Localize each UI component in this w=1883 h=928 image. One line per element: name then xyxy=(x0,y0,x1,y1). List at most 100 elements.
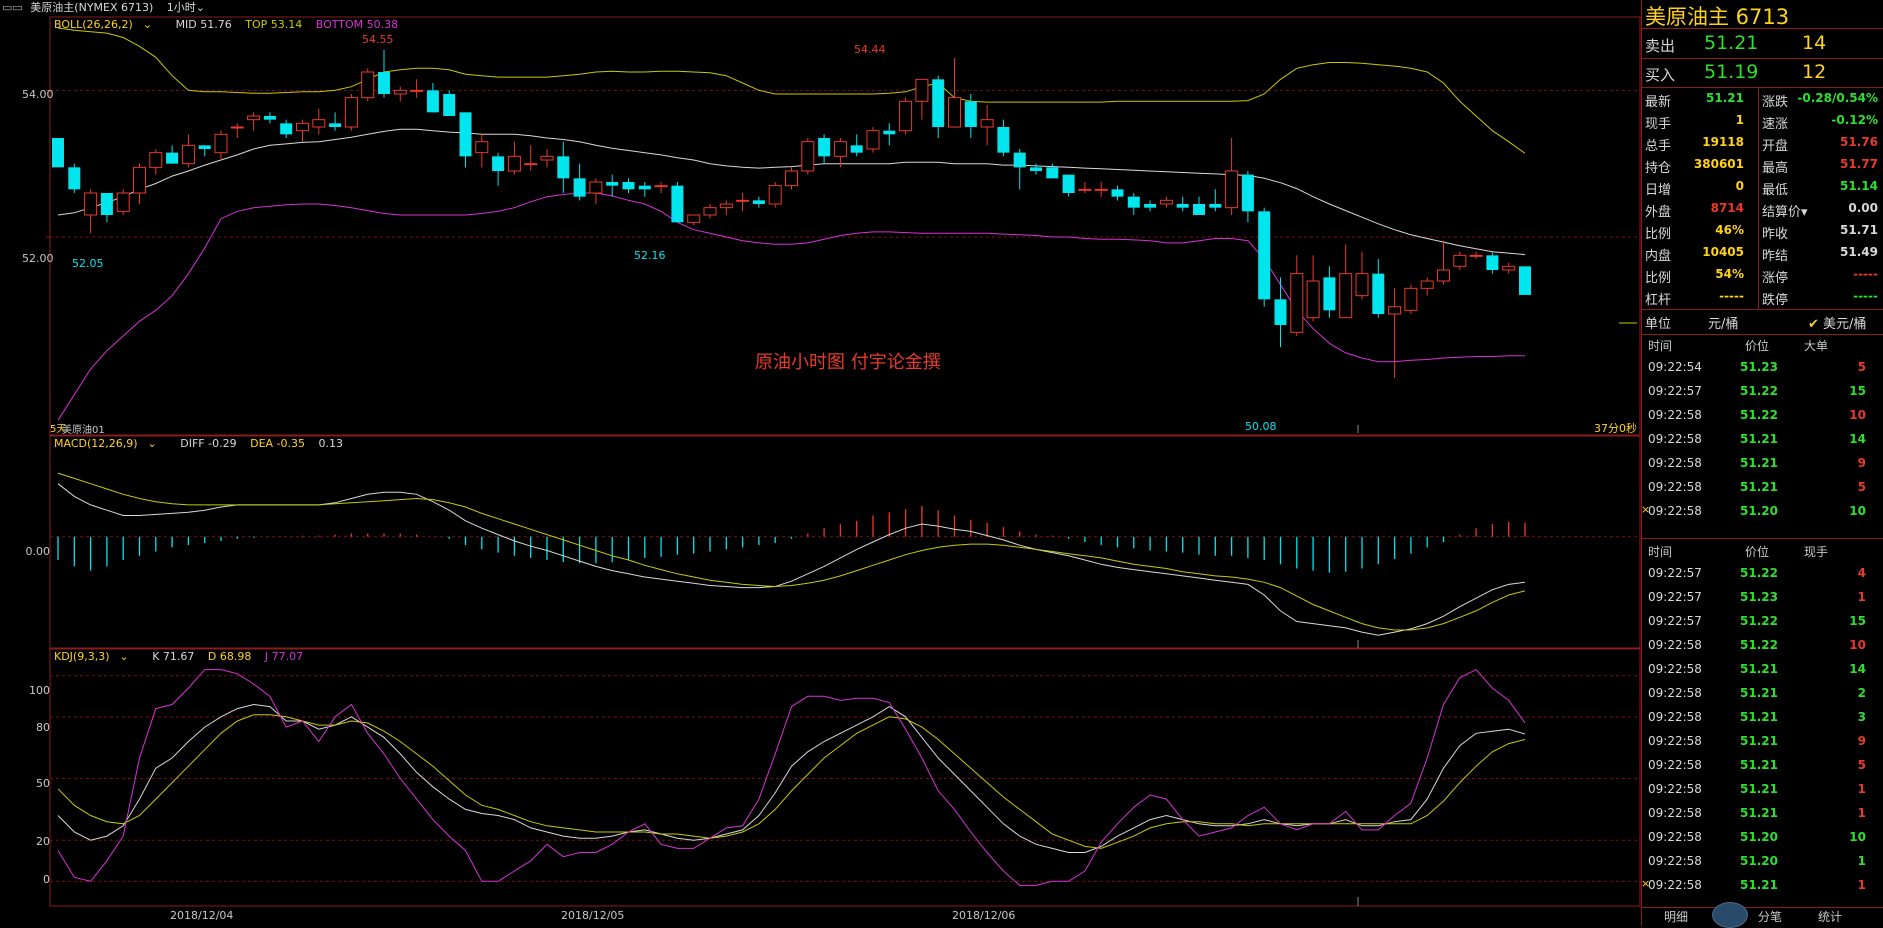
candle-body-up xyxy=(214,133,228,154)
trade-row[interactable]: 09:22:58 51.21 14 xyxy=(1642,658,1883,682)
trade-row[interactable]: 09:22:58 51.21 5 xyxy=(1642,476,1883,500)
trade-price: 51.22 xyxy=(1740,408,1778,422)
trade-row[interactable]: 09:22:54 51.23 5 xyxy=(1642,356,1883,380)
bottom-tabs: 明细 分笔 统计 xyxy=(1642,902,1883,928)
trade-time: 09:22:58 xyxy=(1648,432,1702,446)
trade-price: 51.20 xyxy=(1740,504,1778,518)
trade-row[interactable]: 09:22:58 51.21 14 xyxy=(1642,428,1883,452)
candle-body-up xyxy=(84,192,98,216)
unit-usd-option[interactable]: ✔ 美元/桶 xyxy=(1808,313,1866,332)
candle-body-up xyxy=(1420,280,1434,289)
candle-body-up xyxy=(1355,273,1369,297)
candle-body-down xyxy=(1258,211,1271,300)
candle-body-up xyxy=(230,126,244,129)
stat-label: 昨收 xyxy=(1762,227,1789,242)
col-time: 时间 xyxy=(1648,339,1673,353)
stat-value: 8714 xyxy=(1710,201,1744,215)
chevron-down-icon: ⌄ xyxy=(195,1,206,14)
trade-row[interactable]: 09:22:58 51.22 10 xyxy=(1642,634,1883,658)
trade-row[interactable]: 09:22:58 51.21 9 xyxy=(1642,730,1883,754)
low-annotation: 52.05 xyxy=(72,257,104,270)
candle-body-down xyxy=(1193,204,1205,215)
stat-value: -0.28/0.54% xyxy=(1797,91,1878,105)
trade-row[interactable]: 09:22:58 51.20 10 xyxy=(1642,826,1883,850)
chart-canvas[interactable] xyxy=(0,0,1641,926)
buy-row[interactable]: 买入 51.19 12 xyxy=(1642,59,1883,87)
symbol-name[interactable]: 美原油主(NYMEX 6713) xyxy=(30,1,153,14)
trade-row[interactable]: 09:22:57 51.22 15 xyxy=(1642,380,1883,404)
trade-row[interactable]: 09:22:58 51.21 9 xyxy=(1642,452,1883,476)
tab-stats[interactable]: 统计 xyxy=(1818,908,1842,925)
candle-body-down xyxy=(1372,273,1385,314)
candle-body-down xyxy=(997,127,1010,153)
tab-ticks[interactable]: 分笔 xyxy=(1758,908,1782,925)
stat-label: 最低 xyxy=(1762,183,1789,198)
trade-row[interactable]: 09:22:58 51.21 1 × xyxy=(1641,874,1883,898)
trade-time: 09:22:58 xyxy=(1648,408,1702,422)
trade-row[interactable]: 09:22:57 51.22 15 xyxy=(1642,610,1883,634)
kdj-j-value: J 77.07 xyxy=(264,650,304,663)
date-axis-label: 2018/12/04 xyxy=(170,909,234,922)
boll-lower-line xyxy=(57,192,1525,421)
stats-row: 杠杆 ----- 跌停 ----- xyxy=(1642,286,1883,308)
trade-price: 51.21 xyxy=(1740,686,1778,700)
candle-body-down xyxy=(166,152,179,164)
trade-row[interactable]: 09:22:57 51.22 4 xyxy=(1642,562,1883,586)
candle-body-up xyxy=(361,71,375,99)
candle-body-up xyxy=(719,203,733,209)
candle-body-up xyxy=(149,152,163,168)
trade-qty: 10 xyxy=(1849,408,1866,422)
quote-panel: 美原油主 6713 卖出 51.21 14 买入 51.19 12 最新 51.… xyxy=(1641,0,1883,928)
period-selector[interactable]: 1小时⌄ xyxy=(167,1,205,14)
trade-qty: 10 xyxy=(1849,638,1866,652)
candle-body-up xyxy=(785,170,798,187)
kdj-d-line xyxy=(57,714,1526,849)
candle-body-up xyxy=(1078,188,1092,191)
sell-row[interactable]: 卖出 51.21 14 xyxy=(1642,30,1883,58)
trade-row[interactable]: 09:22:58 51.22 10 xyxy=(1642,404,1883,428)
trade-qty: 2 xyxy=(1857,686,1866,700)
candle-body-down xyxy=(964,101,977,127)
trade-row[interactable]: 09:22:58 51.21 1 xyxy=(1642,802,1883,826)
trade-time: 09:22:57 xyxy=(1648,384,1702,398)
settlement-selector[interactable]: 结算价▾ xyxy=(1762,201,1808,220)
big-trades-header: 时间 价位 大单 xyxy=(1642,337,1883,355)
ticks-header: 时间 价位 现手 xyxy=(1642,543,1883,561)
stat-label: 杠杆 xyxy=(1645,293,1672,308)
boll-mid-value: MID 51.76 xyxy=(175,18,232,31)
trade-row[interactable]: 09:22:57 51.23 1 xyxy=(1642,586,1883,610)
trade-price: 51.21 xyxy=(1740,432,1778,446)
window-control-icon[interactable]: ▭▭ xyxy=(2,1,23,14)
macd-indicator-name[interactable]: MACD(12,26,9) ⌄ xyxy=(54,437,167,450)
kdj-indicator-name[interactable]: KDJ(9,3,3) ⌄ xyxy=(54,650,139,663)
candle-body-up xyxy=(1306,280,1320,319)
bar-countdown: 37分0秒 xyxy=(1594,422,1637,435)
candle-body-up xyxy=(687,214,701,223)
trade-price: 51.22 xyxy=(1740,566,1778,580)
stat-value: 19118 xyxy=(1702,135,1744,149)
trade-row[interactable]: 09:22:58 51.20 10 × xyxy=(1641,500,1883,524)
stat-label: 开盘 xyxy=(1762,139,1789,154)
contract-label: 美原油01 xyxy=(62,425,105,436)
candle-body-up xyxy=(866,130,880,150)
unit-cny-option[interactable]: 元/桶 xyxy=(1708,313,1738,332)
kdj-k-value: K 71.67 xyxy=(152,650,195,663)
stat-value: 51.76 xyxy=(1840,135,1878,149)
candle-body-down xyxy=(1046,167,1059,179)
trade-row[interactable]: 09:22:58 51.21 1 xyxy=(1642,778,1883,802)
period-label: 1小时 xyxy=(166,1,196,14)
trade-price: 51.21 xyxy=(1740,806,1778,820)
col-price: 价位 xyxy=(1745,545,1770,559)
stat-label: 总手 xyxy=(1645,139,1672,154)
chart-area[interactable]: ▭▭ 美原油主(NYMEX 6713) 1小时⌄ BOLL(26,26,2) ⌄ … xyxy=(0,0,1641,926)
trade-row[interactable]: 09:22:58 51.21 2 xyxy=(1642,682,1883,706)
tab-detail[interactable]: 明细 xyxy=(1664,908,1688,925)
trade-row[interactable]: 09:22:58 51.21 3 xyxy=(1642,706,1883,730)
boll-indicator-name[interactable]: BOLL(26,26,2) ⌄ xyxy=(54,18,162,31)
trade-qty: 14 xyxy=(1849,662,1866,676)
stat-label: 涨跌 xyxy=(1762,95,1789,110)
kdj-j-line xyxy=(57,668,1526,886)
trade-row[interactable]: 09:22:58 51.21 5 xyxy=(1642,754,1883,778)
trade-row[interactable]: 09:22:58 51.20 1 xyxy=(1642,850,1883,874)
candle-body-down xyxy=(1519,266,1531,295)
